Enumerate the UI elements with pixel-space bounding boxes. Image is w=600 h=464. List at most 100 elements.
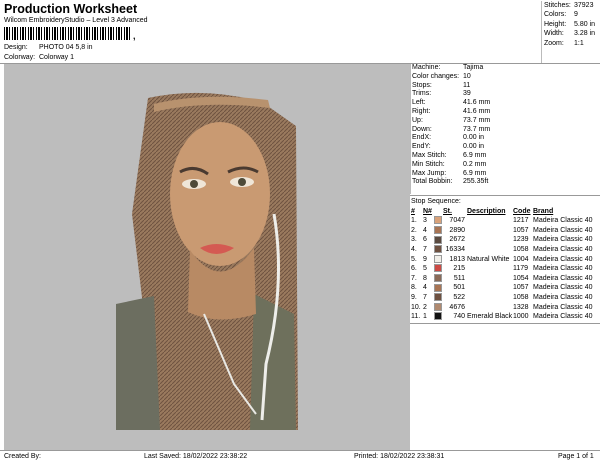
design-row: Design: PHOTO 04 5,8 in: [4, 44, 93, 51]
color-swatch: [434, 245, 442, 254]
row-description: [465, 245, 513, 255]
row-description: Emerald Black: [467, 313, 513, 321]
row-brand: Madeira Classic 40: [533, 303, 593, 311]
machine-row: EndY: 0.00 in: [411, 143, 599, 152]
row-stitches: 2672: [449, 236, 465, 244]
machine-value: 39: [463, 90, 471, 98]
color-swatch: [434, 293, 442, 302]
row-index: 9.: [411, 294, 417, 302]
row-description: Natural White: [467, 255, 510, 263]
barcode-mark: ,: [133, 31, 136, 41]
software-subtitle: Wilcom EmbroideryStudio – Level 3 Advanc…: [4, 17, 148, 24]
stat-value: 37923: [574, 2, 594, 9]
stop-sequence-table: # N# St. Description Code Brand 1. 3 7047 1…: [411, 207, 599, 322]
row-swatch: [434, 302, 443, 312]
colorway-label: Colorway:: [4, 54, 36, 61]
design-label: Design:: [4, 44, 28, 51]
col-header-needle: N#: [423, 208, 432, 215]
col-header-index: #: [411, 208, 415, 215]
machine-key: Machine:: [412, 64, 441, 71]
row-brand: Madeira Classic 40: [533, 265, 593, 273]
machine-row: Right: 41.6 mm: [411, 108, 599, 117]
row-needle: 8: [423, 274, 427, 282]
row-index: 3.: [411, 236, 417, 244]
row-needle: 4: [423, 284, 427, 292]
row-needle: 1: [423, 313, 427, 321]
row-swatch: [434, 274, 443, 284]
colorway-value: Colorway 1: [39, 54, 75, 61]
machine-key: Min Stitch:: [412, 160, 445, 168]
row-index: 4.: [411, 246, 417, 254]
color-swatch: [434, 312, 442, 321]
jacket-right: [250, 294, 296, 430]
machine-key: Right:: [412, 107, 431, 115]
table-row: 5. 9 1813 Natural White 1004 Madeira Classic …: [411, 254, 599, 264]
row-code: 1054: [513, 274, 529, 282]
col-header-stitches: St.: [443, 208, 452, 215]
row-needle: 2: [423, 303, 427, 311]
row-description: [465, 283, 513, 293]
machine-value: 41.6 mm: [463, 99, 491, 107]
row-code: 1058: [513, 246, 529, 254]
col-header-brand: Brand: [533, 208, 554, 215]
machine-key: Up:: [412, 116, 423, 124]
table-divider: [410, 323, 600, 324]
design-value: PHOTO 04 5,8 in: [39, 44, 93, 51]
row-index: 6.: [411, 265, 417, 273]
row-description: [465, 235, 513, 245]
row-needle: 4: [423, 226, 427, 234]
machine-row: Total Bobbin: 255.35ft: [411, 178, 599, 187]
row-code: 1328: [513, 303, 529, 311]
row-code: 1217: [513, 217, 529, 225]
machine-value: 73.7 mm: [463, 116, 491, 124]
table-row: 6. 5 215 1179 Madeira Classic 40: [411, 264, 599, 274]
machine-row: Trims: 39: [411, 90, 599, 99]
row-stitches: 2890: [449, 226, 465, 234]
row-stitches: 4676: [449, 303, 465, 311]
color-swatch: [434, 274, 442, 283]
machine-value: 0.2 mm: [463, 160, 487, 168]
color-swatch: [434, 283, 442, 292]
stat-key: Height:: [544, 20, 567, 28]
machine-value: 10: [463, 72, 471, 80]
row-needle: 7: [423, 246, 427, 254]
colorway-row: Colorway: Colorway 1: [4, 54, 74, 61]
row-index: 8.: [411, 284, 417, 292]
stat-key: Colors:: [544, 11, 567, 19]
machine-row: Left: 41.6 mm: [411, 99, 599, 108]
machine-value: Tajima: [463, 64, 484, 71]
machine-value: 41.6 mm: [463, 107, 491, 115]
stat-row: Height: 5.80 in: [542, 20, 599, 29]
stat-row: Zoom: 1:1: [542, 39, 599, 48]
left-pupil: [190, 180, 198, 188]
row-stitches: 1813: [449, 255, 465, 263]
worksheet-title: Production Worksheet: [4, 2, 138, 16]
row-swatch: [434, 216, 443, 226]
stat-value: 9: [574, 11, 578, 19]
machine-key: Max Jump:: [412, 169, 447, 177]
row-swatch: [434, 283, 443, 293]
machine-row: Min Stitch: 0.2 mm: [411, 161, 599, 170]
table-row: 4. 7 16334 1058 Madeira Classic 40: [411, 245, 599, 255]
stats-box: Stitches: 37923 Colors: 9 Height: 5.80 in W…: [541, 1, 599, 63]
machine-value: 6.9 mm: [463, 169, 487, 177]
color-swatch: [434, 302, 442, 311]
row-stitches: 16334: [445, 246, 465, 254]
jacket-left: [116, 296, 160, 430]
row-stitches: 7047: [449, 217, 465, 225]
col-header-swatch: [435, 207, 443, 216]
embroidery-portrait-image: [116, 92, 298, 430]
color-swatch: [434, 264, 442, 273]
row-description: [465, 293, 513, 303]
stat-row: Width: 3.28 in: [542, 29, 599, 38]
color-swatch: [434, 216, 442, 225]
machine-key: EndX:: [412, 134, 432, 142]
row-needle: 6: [423, 236, 427, 244]
stat-row: Stitches: 37923: [542, 1, 599, 10]
machine-key: Total Bobbin:: [412, 178, 453, 186]
row-brand: Madeira Classic 40: [533, 217, 593, 225]
table-row: 10. 2 4676 1328 Madeira Classic 40: [411, 302, 599, 312]
row-index: 7.: [411, 274, 417, 282]
row-description: [465, 226, 513, 236]
row-index: 1.: [411, 217, 417, 225]
